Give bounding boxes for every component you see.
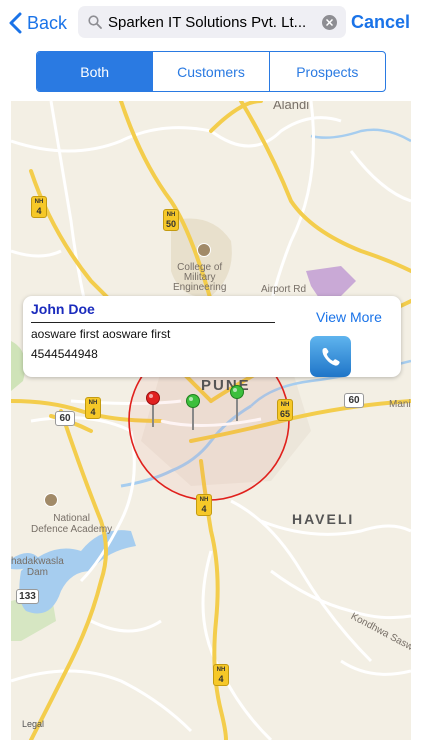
map-label-dam: hadakwasla Dam — [11, 556, 64, 578]
academy-poi-icon[interactable] — [44, 493, 58, 507]
back-label: Back — [27, 12, 68, 33]
contact-phone: 4544544948 — [31, 347, 98, 361]
filter-segmented-control: Both Customers Prospects — [36, 51, 386, 92]
highway-shield-nh4: NH 4 — [31, 196, 47, 218]
highway-shield-nh4: NH 4 — [196, 494, 212, 516]
search-field[interactable]: Sparken IT Solutions Pvt. Lt... — [78, 6, 346, 38]
highway-shield-nh4: NH 4 — [85, 397, 101, 419]
search-input[interactable]: Sparken IT Solutions Pvt. Lt... — [108, 14, 318, 31]
map-label-mani: Mani — [389, 399, 411, 410]
call-button[interactable] — [310, 336, 351, 377]
college-poi-icon[interactable] — [197, 243, 211, 257]
contact-name: John Doe — [31, 301, 95, 317]
map-view[interactable]: Alandi College of Military Engineering A… — [11, 101, 411, 740]
navigation-bar: Back Sparken IT Solutions Pvt. Lt... Can… — [0, 0, 422, 46]
map-label-college: College of Military Engineering — [173, 262, 227, 293]
segment-prospects[interactable]: Prospects — [270, 52, 385, 91]
road-shield-133: 133 — [16, 589, 39, 604]
segment-both[interactable]: Both — [37, 52, 154, 91]
view-more-button[interactable]: View More — [316, 309, 382, 325]
divider — [31, 322, 275, 323]
segment-customers[interactable]: Customers — [153, 52, 270, 91]
chevron-left-icon — [9, 12, 22, 34]
map-label-alandi: Alandi — [273, 101, 310, 112]
back-button[interactable]: Back — [8, 8, 67, 38]
phone-icon — [321, 347, 340, 366]
clear-search-icon[interactable] — [322, 15, 337, 30]
road-shield-60: 60 — [344, 393, 364, 408]
highway-shield-nh4: NH 4 — [213, 664, 229, 686]
green-location-pin-icon[interactable] — [228, 384, 246, 422]
green-location-pin-icon[interactable] — [184, 393, 202, 431]
road-shield-60: 60 — [55, 411, 75, 426]
contact-address: aosware first aosware first — [31, 327, 171, 341]
highway-shield-nh50: NH 50 — [163, 209, 179, 231]
legal-link[interactable]: Legal — [22, 719, 44, 729]
contact-callout: John Doe aosware first aosware first 454… — [23, 296, 401, 377]
map-label-nda: National Defence Academy — [31, 513, 113, 535]
map-label-haveli: HAVELI — [292, 511, 355, 527]
highway-shield-nh65: NH 65 — [277, 399, 293, 421]
cancel-button[interactable]: Cancel — [351, 12, 410, 33]
map-label-airport-road: Airport Rd — [261, 284, 307, 295]
red-location-pin-icon[interactable] — [144, 390, 162, 428]
app-screen: Back Sparken IT Solutions Pvt. Lt... Can… — [0, 0, 422, 750]
search-icon — [88, 15, 102, 29]
